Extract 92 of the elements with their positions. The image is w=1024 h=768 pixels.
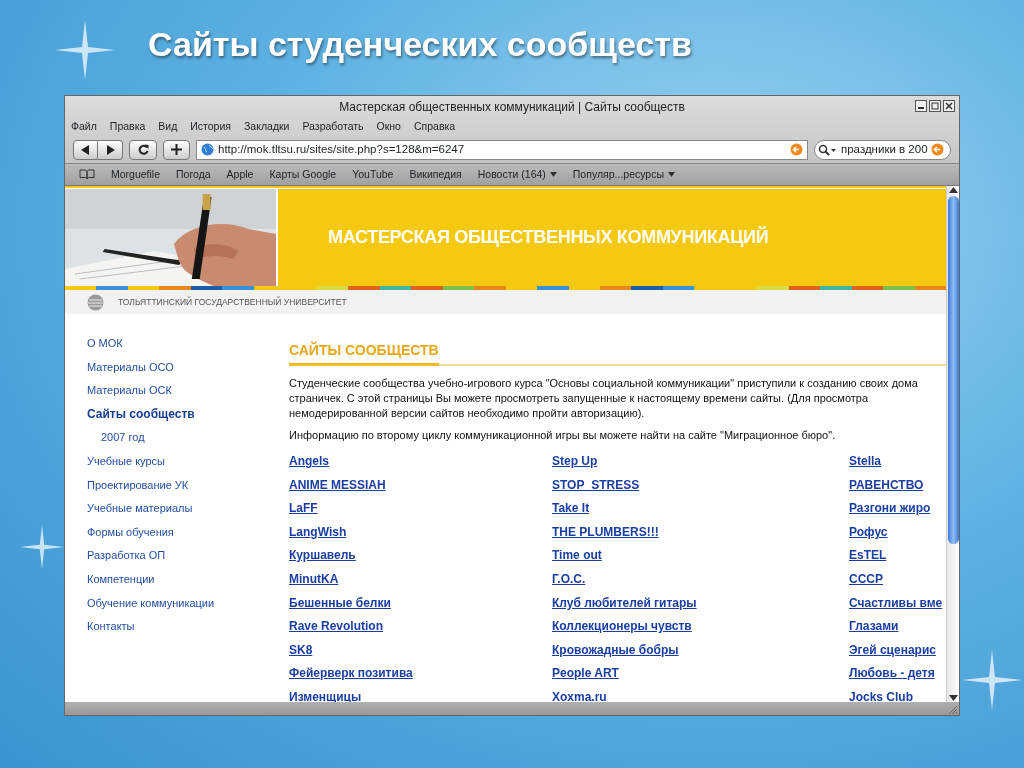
site-link[interactable]: Take It — [552, 497, 590, 521]
menu-item[interactable]: Справка — [413, 119, 456, 135]
site-link[interactable]: Step Up — [552, 450, 598, 474]
caret-icon — [549, 172, 557, 177]
nav-link-item[interactable]: Материалы ОСО — [87, 355, 289, 380]
nav-link-item[interactable]: Проектирование УК — [87, 473, 289, 498]
back-button[interactable] — [73, 139, 98, 160]
site-link[interactable]: EsTEL — [849, 544, 887, 568]
scrollbar[interactable] — [946, 186, 959, 702]
close-icon[interactable] — [943, 100, 955, 112]
menu-item[interactable]: Окно — [376, 119, 401, 135]
nav-link-item[interactable]: 2007 год — [87, 426, 289, 450]
bookmark-item[interactable]: Погода — [176, 166, 211, 183]
site-link[interactable]: СССР — [849, 567, 883, 592]
bookmark-item[interactable]: Карты Google — [269, 166, 337, 183]
globe-icon — [201, 143, 214, 156]
add-bookmark-button[interactable] — [163, 139, 190, 160]
site-link[interactable]: Коллекционеры чувств — [552, 615, 692, 639]
site-link[interactable]: People ART — [552, 662, 619, 686]
resize-grip-icon[interactable] — [947, 703, 957, 714]
paragraph: Информацию по второму циклу коммуникационной игры вы можете найти на сайте "Миграционное бюро". — [289, 428, 837, 443]
site-link[interactable]: STOP_STRESS — [552, 473, 640, 498]
bookmark-item[interactable]: YouTube — [352, 166, 394, 183]
address-field[interactable]: http://mok.tltsu.ru/sites/site.php?s=128&m=6247 — [196, 139, 808, 160]
menu-item[interactable]: Разработать — [302, 119, 364, 135]
site-link[interactable]: SK8 — [289, 638, 313, 663]
site-link[interactable]: Глазами — [849, 615, 899, 639]
site-link[interactable]: Разгони жиро — [849, 497, 931, 521]
menu-item[interactable]: Закладки — [244, 119, 290, 135]
bookmark-item[interactable]: Apple — [226, 166, 254, 183]
site-link[interactable]: Г.О.С. — [552, 567, 586, 592]
site-link[interactable]: Stella — [849, 450, 881, 474]
search-icon — [818, 143, 838, 156]
minimize-icon[interactable] — [915, 100, 927, 112]
menu-item[interactable]: История — [190, 119, 231, 135]
nav-link-item[interactable]: Обучение коммуникации — [87, 591, 289, 616]
forward-button[interactable] — [98, 139, 123, 160]
university-logo-icon — [87, 293, 104, 311]
forward-arrow-icon — [105, 144, 115, 155]
book-icon[interactable] — [79, 169, 95, 180]
site-link[interactable]: Time out — [552, 544, 602, 568]
site-link[interactable]: Любовь - детя — [849, 662, 935, 686]
menu-item[interactable]: Вид — [158, 119, 178, 135]
site-link[interactable]: Фейерверк позитива — [289, 662, 413, 686]
nav-link-item[interactable]: Разработка ОП — [87, 544, 289, 568]
site-link[interactable]: Счастливы вме — [849, 591, 943, 616]
nav-link-item[interactable]: О МОК — [87, 332, 289, 356]
bookmark-item[interactable]: Популяр...ресурсы — [572, 166, 675, 183]
site-link[interactable]: LaFF — [289, 497, 318, 521]
back-arrow-icon — [81, 144, 90, 155]
menu-item[interactable]: Файл — [71, 119, 97, 135]
maximize-icon[interactable] — [929, 100, 941, 112]
site-link[interactable]: Rave Revolution — [289, 615, 384, 639]
search-text: праздники в 200 — [841, 141, 928, 157]
menu-item[interactable]: Правка — [109, 119, 146, 135]
slide-title: Сайты студенческих сообществ — [148, 26, 692, 65]
scroll-thumb[interactable] — [947, 196, 959, 544]
site-link[interactable]: LangWish — [289, 520, 347, 545]
window-title: Мастерская общественных коммуникаций | Сайты сообществ — [339, 99, 685, 116]
nav-link-item[interactable]: Учебные курсы — [87, 449, 289, 474]
banner-title: МАСТЕРСКАЯ ОБЩЕСТВЕННЫХ КОММУНИКАЦИЙ — [328, 225, 769, 249]
nav-link-item[interactable]: Формы обучения — [87, 520, 289, 545]
site-link[interactable]: MinutKA — [289, 567, 339, 592]
nav-link-item[interactable]: Компетенции — [87, 567, 289, 592]
nav-link-item[interactable]: Материалы ОСК — [87, 379, 289, 403]
site-link[interactable]: РАВЕНСТВО — [849, 473, 924, 498]
search-field[interactable]: праздники в 200 — [814, 139, 951, 160]
site-link[interactable]: Кровожадные бобры — [552, 638, 679, 663]
site-link[interactable]: Xoxma.ru — [552, 685, 607, 702]
nav-link-item[interactable]: Контакты — [87, 615, 289, 639]
bookmark-item[interactable]: Новости (164) — [477, 166, 557, 183]
site-link[interactable]: THE PLUMBERS!!! — [552, 520, 659, 545]
caret-icon — [668, 172, 675, 177]
university-name: ТОЛЬЯТТИНСКИЙ ГОСУДАРСТВЕННЫЙ УНИВЕРСИТЕТ — [118, 295, 347, 309]
site-link[interactable]: ANIME MESSIAH — [289, 473, 386, 498]
site-link[interactable]: Рофус — [849, 520, 888, 545]
nav-link-item[interactable]: Учебные материалы — [87, 497, 289, 521]
site-link[interactable]: Angels — [289, 450, 329, 474]
reload-button[interactable] — [129, 139, 157, 160]
bookmark-item[interactable]: Википедия — [409, 166, 462, 183]
bookmark-item[interactable]: Morguefile — [111, 166, 161, 183]
plus-icon — [171, 144, 182, 155]
site-link[interactable]: Куршавель — [289, 544, 356, 568]
site-link[interactable]: Бешенные белки — [289, 591, 391, 616]
section-heading: САЙТЫ СООБЩЕСТВ — [289, 340, 439, 366]
site-link[interactable]: Jocks Club — [849, 685, 914, 702]
reload-icon — [137, 144, 149, 155]
site-link[interactable]: Эгей сценарис — [849, 638, 936, 663]
url-text: http://mok.tltsu.ru/sites/site.php?s=128&m=6247 — [218, 141, 466, 157]
nav-link-item[interactable]: Сайты сообществ — [87, 402, 289, 427]
paragraph: Студенческие сообщества учебно-игрового курса "Основы социальной коммуникации" приступили к созданию своих дома страничек. С этой страницы Вы можете просмотреть запущенные к настоящему времени сайты. (Для просмотра немодерированной версии сайтов необходимо пройти авторизацию). — [289, 376, 919, 421]
site-link[interactable]: Клуб любителей гитары — [552, 591, 697, 616]
